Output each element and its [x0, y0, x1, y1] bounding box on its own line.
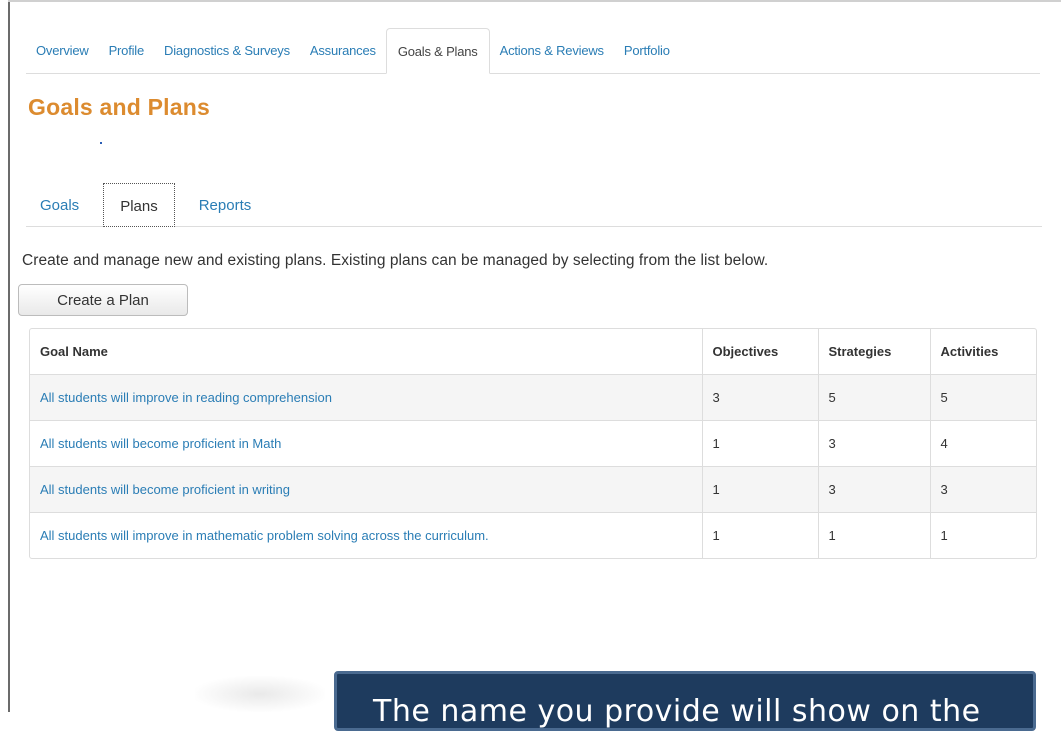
tab-diagnostics-surveys[interactable]: Diagnostics & Surveys: [154, 28, 300, 73]
window-top-border: [8, 0, 1061, 2]
tab-overview[interactable]: Overview: [26, 28, 99, 73]
objectives-count: 1: [701, 512, 818, 558]
goal-link[interactable]: All students will improve in mathematic …: [40, 528, 489, 543]
strategies-count: 3: [817, 466, 930, 513]
tab-assurances[interactable]: Assurances: [300, 28, 386, 73]
sub-tab-bar: Goals Plans Reports: [26, 183, 1042, 227]
plans-description: Create and manage new and existing plans…: [22, 252, 769, 269]
table-row: All students will become proficient in M…: [30, 420, 1036, 467]
header-activities: Activities: [929, 329, 1036, 375]
goal-link[interactable]: All students will become proficient in M…: [40, 436, 281, 451]
create-plan-button[interactable]: Create a Plan: [18, 284, 188, 316]
main-tab-bar: Overview Profile Diagnostics & Surveys A…: [26, 27, 1040, 74]
tooltip-callout: The name you provide will show on the: [334, 671, 1036, 731]
activities-count: 1: [929, 512, 1036, 558]
activities-count: 5: [929, 374, 1036, 421]
goal-link[interactable]: All students will improve in reading com…: [40, 390, 332, 405]
strategies-count: 3: [817, 420, 930, 467]
tab-portfolio[interactable]: Portfolio: [614, 28, 680, 73]
subtab-goals[interactable]: Goals: [26, 183, 93, 226]
decorative-shadow: [195, 676, 325, 712]
header-strategies: Strategies: [817, 329, 930, 375]
goal-link[interactable]: All students will become proficient in w…: [40, 482, 290, 497]
objectives-count: 1: [701, 466, 818, 513]
activities-count: 4: [929, 420, 1036, 467]
decorative-dot: [100, 142, 102, 144]
table-row: All students will improve in mathematic …: [30, 512, 1036, 558]
strategies-count: 1: [817, 512, 930, 558]
tab-goals-plans[interactable]: Goals & Plans: [385, 28, 490, 74]
tab-profile[interactable]: Profile: [99, 28, 154, 73]
table-header-row: Goal Name Objectives Strategies Activiti…: [30, 329, 1036, 375]
objectives-count: 1: [701, 420, 818, 467]
header-objectives: Objectives: [701, 329, 818, 375]
table-row: All students will improve in reading com…: [30, 374, 1036, 421]
objectives-count: 3: [701, 374, 818, 421]
table-row: All students will become proficient in w…: [30, 466, 1036, 513]
subtab-plans[interactable]: Plans: [103, 183, 175, 227]
page-title: Goals and Plans: [28, 94, 210, 120]
tab-actions-reviews[interactable]: Actions & Reviews: [490, 28, 614, 73]
subtab-reports[interactable]: Reports: [185, 183, 266, 226]
plans-table: Goal Name Objectives Strategies Activiti…: [29, 328, 1037, 559]
header-goal-name: Goal Name: [30, 329, 702, 375]
window-left-border: [8, 0, 10, 712]
activities-count: 3: [929, 466, 1036, 513]
strategies-count: 5: [817, 374, 930, 421]
